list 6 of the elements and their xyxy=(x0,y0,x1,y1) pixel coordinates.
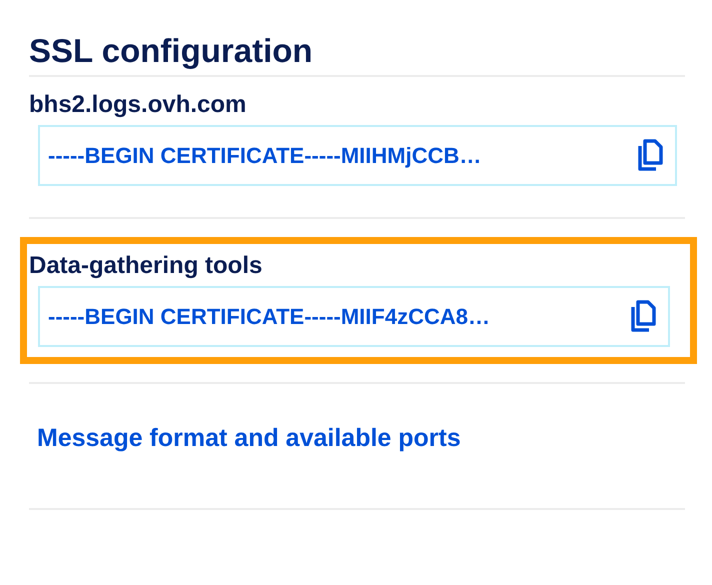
certificate-label: Data-gathering tools xyxy=(29,252,264,280)
certificate-label: bhs2.logs.ovh.com xyxy=(29,91,248,119)
certificate-field[interactable]: -----BEGIN CERTIFICATE-----MIIHMjCCB… xyxy=(38,125,677,186)
ports-link[interactable]: Message format and available ports xyxy=(37,424,461,453)
certificate-field[interactable]: -----BEGIN CERTIFICATE-----MIIF4zCCA8… xyxy=(38,286,670,347)
section-title: SSL configuration xyxy=(29,31,314,71)
